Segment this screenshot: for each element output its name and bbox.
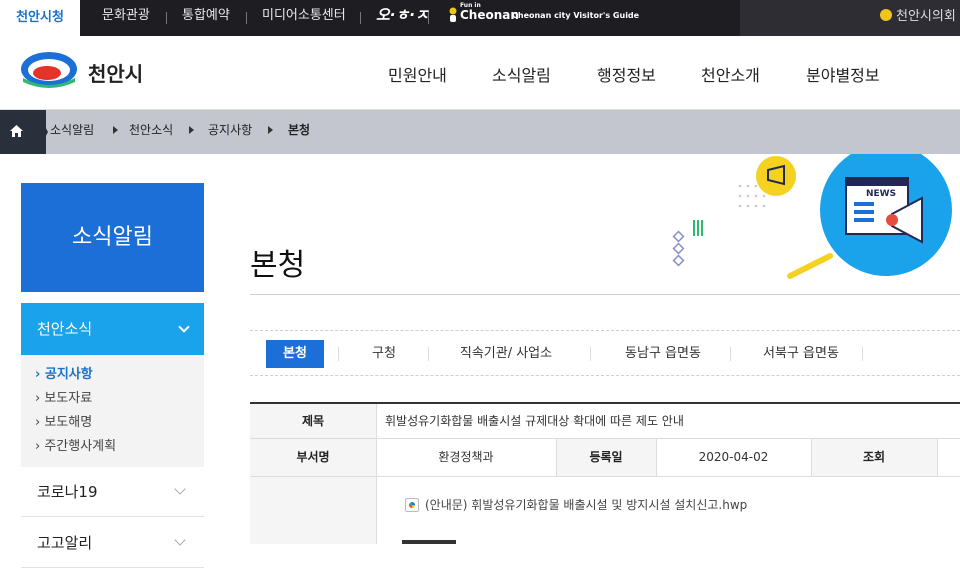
submenu-label: 보도해명 xyxy=(44,415,93,430)
sidebar-item-label: 고고알리 xyxy=(37,534,93,552)
tab-district-office[interactable]: 구청 xyxy=(354,340,414,368)
link-media-center[interactable]: 미디어소통센터 xyxy=(262,0,346,36)
tab-affiliated-agencies[interactable]: 직속기관/ 사업소 xyxy=(446,340,566,368)
banner-news-text: NEWS xyxy=(866,189,896,199)
separator xyxy=(360,12,361,24)
breadcrumb-arrow-icon xyxy=(189,126,194,134)
views-label: 조회 xyxy=(811,439,937,476)
site-logo-text[interactable]: 천안시 xyxy=(88,58,143,87)
tab-separator xyxy=(862,347,863,361)
breadcrumb-item[interactable]: 공지사항 xyxy=(208,110,252,150)
link-city-council[interactable]: 천안시의회 xyxy=(880,0,956,33)
breadcrumb-arrow-icon xyxy=(113,126,118,134)
date-label: 등록일 xyxy=(556,439,656,476)
home-arrow-tip xyxy=(36,110,48,154)
attachment-link[interactable]: (안내문) 휘발성유기화합물 배출시설 및 방지시설 설치신고.hwp xyxy=(405,496,747,513)
gnb-admin-info[interactable]: 행정정보 xyxy=(597,62,656,86)
tab-separator xyxy=(590,347,591,361)
tab-city-hall[interactable]: 천안시청 xyxy=(0,0,80,36)
council-label: 천안시의회 xyxy=(896,9,956,24)
fun-in-text: Fun in xyxy=(460,2,481,9)
gnb-field-info[interactable]: 분야별정보 xyxy=(806,62,880,86)
council-icon xyxy=(880,9,892,21)
separator xyxy=(428,12,429,24)
site-header: 천안시 민원안내 소식알림 행정정보 천안소개 분야별정보 xyxy=(0,36,960,110)
breadcrumb-arrow-icon xyxy=(268,126,273,134)
sidebar-title: 소식알림 xyxy=(21,183,204,292)
link-integrated-reservation[interactable]: 통합예약 xyxy=(182,0,230,36)
breadcrumb-item[interactable]: 소식알림 xyxy=(50,110,94,150)
sidebar-item-label: 천안소식 xyxy=(37,320,93,338)
tab-separator xyxy=(428,347,429,361)
gnb-civil-service[interactable]: 민원안내 xyxy=(388,62,447,86)
sidebar-item-gogo-alli[interactable]: 고고알리 xyxy=(21,518,204,568)
cheonan-visitor-logo[interactable]: Fun in Cheonan xyxy=(460,2,519,22)
org-tab-bar: 본청 구청 직속기관/ 사업소 동남구 읍면동 서북구 읍면동 xyxy=(250,330,960,376)
link-culture-tourism[interactable]: 문화관광 xyxy=(102,0,150,36)
separator xyxy=(246,12,247,24)
cheonan-city-logo-icon[interactable] xyxy=(20,48,78,90)
tab-separator xyxy=(338,347,339,361)
table-col-divider xyxy=(937,439,938,476)
cheonan-mascot-icon xyxy=(449,7,457,22)
table-col-divider xyxy=(556,439,557,476)
hwp-file-icon xyxy=(405,498,419,512)
title-label: 제목 xyxy=(250,404,376,438)
attachment-filename: (안내문) 휘발성유기화합물 배출시설 및 방지시설 설치신고.hwp xyxy=(425,498,748,512)
table-col-divider xyxy=(811,439,812,476)
sidebar-item-label: 코로나19 xyxy=(37,483,98,501)
tab-separator xyxy=(730,347,731,361)
submenu-item-weekly-events[interactable]: › 주간행사계획 xyxy=(21,435,204,459)
tab-dongnam-gu[interactable]: 동남구 읍면동 xyxy=(608,340,718,368)
table-col-divider xyxy=(376,404,377,476)
sidebar-item-cheonan-news[interactable]: 천안소식 xyxy=(21,303,204,355)
breadcrumb-item[interactable]: 천안소식 xyxy=(129,110,173,150)
page-title: 본청 xyxy=(250,248,306,283)
home-icon xyxy=(10,125,23,137)
chevron-down-icon xyxy=(174,483,186,495)
sidebar-item-covid19[interactable]: 코로나19 xyxy=(21,467,204,517)
ohs-logo[interactable]: 오·ㅎ·ㅈ xyxy=(376,4,429,25)
visitor-guide-text: Cheonan city Visitor's Guide xyxy=(512,11,640,20)
tab-seobuk-gu[interactable]: 서북구 읍면동 xyxy=(746,340,856,368)
submenu-item-press[interactable]: › 보도자료 xyxy=(21,387,204,411)
gnb-news[interactable]: 소식알림 xyxy=(492,62,551,86)
separator xyxy=(166,12,167,24)
cheonan-logo-text: Cheonan xyxy=(460,8,519,22)
breadcrumb: 소식알림 천안소식 공지사항 본청 xyxy=(0,110,960,154)
gnb-about-cheonan[interactable]: 천안소개 xyxy=(701,62,760,86)
table-col-divider xyxy=(656,439,657,476)
tab-headquarters[interactable]: 본청 xyxy=(266,340,324,368)
news-banner-illustration: NEWS xyxy=(672,154,952,279)
department-label: 부서명 xyxy=(250,439,376,476)
submenu-item-press-explanation[interactable]: › 보도해명 xyxy=(21,411,204,435)
submenu-label: 주간행사계획 xyxy=(44,439,117,454)
breadcrumb-current[interactable]: 본청 xyxy=(288,110,310,150)
table-col-divider xyxy=(376,477,377,544)
submenu-label: 공지사항 xyxy=(44,367,93,382)
submenu-item-notice[interactable]: › 공지사항 xyxy=(21,363,204,387)
date-value: 2020-04-02 xyxy=(698,450,769,464)
title-divider xyxy=(250,294,960,295)
top-utility-bar: 천안시청 문화관광 통합예약 미디어소통센터 오·ㅎ·ㅈ Fun in Cheo… xyxy=(0,0,960,36)
chevron-down-icon xyxy=(178,321,190,333)
submenu-label: 보도자료 xyxy=(44,391,93,406)
download-button[interactable] xyxy=(402,540,456,544)
attachment-label-cell xyxy=(250,477,376,544)
department-value: 환경정책과 xyxy=(438,450,494,464)
article-title: 휘발성유기화합물 배출시설 규제대상 확대에 따른 제도 안내 xyxy=(385,414,684,428)
sidebar-submenu: › 공지사항 › 보도자료 › 보도해명 › 주간행사계획 xyxy=(21,355,204,467)
